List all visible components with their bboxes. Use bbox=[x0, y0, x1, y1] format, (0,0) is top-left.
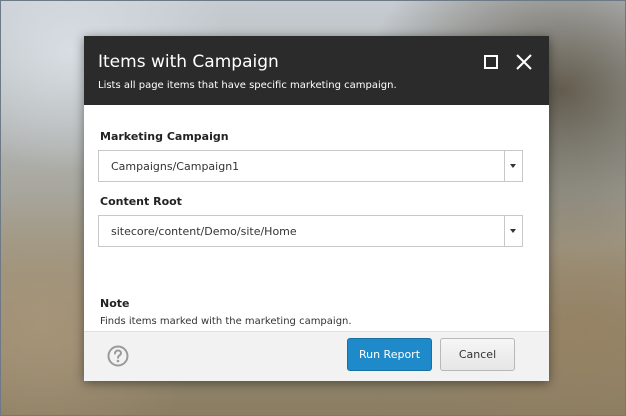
items-with-campaign-dialog: Items with Campaign Lists all page items… bbox=[84, 36, 549, 381]
marketing-campaign-select[interactable]: Campaigns/Campaign1 bbox=[98, 150, 523, 182]
run-report-button[interactable]: Run Report bbox=[347, 338, 432, 371]
close-icon[interactable] bbox=[514, 52, 534, 72]
chevron-down-icon[interactable] bbox=[504, 151, 522, 181]
content-root-value: sitecore/content/Demo/site/Home bbox=[111, 225, 297, 238]
chevron-down-icon[interactable] bbox=[504, 216, 522, 246]
content-root-select[interactable]: sitecore/content/Demo/site/Home bbox=[98, 215, 523, 247]
marketing-campaign-label: Marketing Campaign bbox=[100, 130, 229, 143]
note-label: Note bbox=[100, 297, 130, 310]
dialog-footer: Run Report Cancel bbox=[84, 331, 549, 381]
cancel-button[interactable]: Cancel bbox=[440, 338, 515, 371]
marketing-campaign-value: Campaigns/Campaign1 bbox=[111, 160, 240, 173]
question-circle-icon[interactable] bbox=[107, 345, 129, 367]
dialog-body: Marketing Campaign Campaigns/Campaign1 C… bbox=[84, 105, 549, 331]
dialog-header: Items with Campaign Lists all page items… bbox=[84, 36, 549, 105]
dialog-title: Items with Campaign bbox=[98, 52, 279, 72]
note-text: Finds items marked with the marketing ca… bbox=[100, 316, 352, 327]
dialog-subtitle: Lists all page items that have specific … bbox=[98, 80, 397, 91]
content-root-label: Content Root bbox=[100, 195, 182, 208]
maximize-icon[interactable] bbox=[484, 55, 498, 69]
